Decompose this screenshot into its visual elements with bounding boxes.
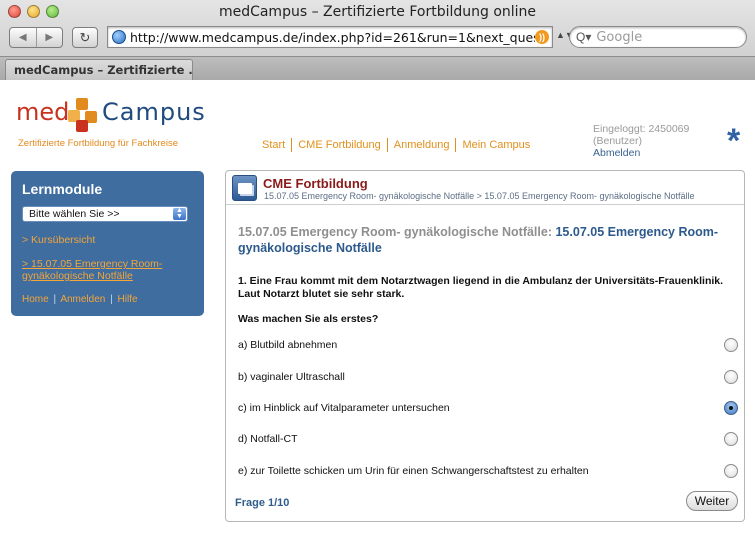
footer-link-hilfe[interactable]: Hilfe [118, 294, 138, 305]
sidebar-lernmodule: Lernmodule Bitte wählen Sie >> ▲ ▼ > Kurs… [11, 171, 204, 316]
nav-divider [386, 138, 388, 152]
footer-link-anmelden[interactable]: Anmelden [60, 294, 105, 305]
answer-option-c[interactable]: c) im Hinblick auf Vitalparameter unters… [238, 400, 738, 416]
sidebar-title: Lernmodule [22, 181, 103, 197]
breadcrumb-item[interactable]: 15.07.05 Emergency Room- gynäkologische … [264, 191, 474, 201]
next-button[interactable]: Weiter [686, 491, 738, 511]
logo-campus-text: Campus [102, 98, 206, 126]
answer-option-d[interactable]: d) Notfall-CT [238, 431, 738, 447]
radio-button[interactable] [724, 464, 738, 478]
answer-option-a[interactable]: a) Blutbild abnehmen [238, 337, 738, 353]
address-bar[interactable]: http://www.medcampus.de/index.php?id=261… [107, 26, 553, 48]
nav-anmeldung[interactable]: Anmeldung [394, 139, 450, 151]
question-text: 1. Eine Frau kommt mit dem Notarztwagen … [238, 275, 724, 300]
panel-title: CME Fortbildung [263, 176, 368, 191]
window-title: medCampus – Zertifizierte Fortbildung on… [218, 4, 537, 20]
monitor-icon [232, 175, 257, 201]
footer-divider: | [110, 294, 113, 305]
answer-label: e) zur Toilette schicken um Urin für ein… [238, 465, 589, 477]
nav-mein-campus[interactable]: Mein Campus [462, 139, 530, 151]
search-box[interactable]: Q▾ [569, 26, 747, 48]
sidebar-footer-links: Home | Anmelden | Hilfe [22, 294, 193, 305]
tab-medcampus[interactable]: medCampus – Zertifizierte ... [5, 59, 193, 80]
reload-icon: ↻ [79, 29, 91, 45]
logo-tagline: Zertifizierte Fortbildung für Fachkreise [18, 138, 178, 149]
sidebar-link-kursuebersicht[interactable]: > Kursübersicht [22, 234, 193, 246]
site-logo[interactable]: med Campus Zertifizierte Fortbildung für… [16, 98, 216, 154]
tab-strip: medCampus – Zertifizierte ... [0, 56, 755, 80]
reload-button[interactable]: ↻ [72, 27, 98, 48]
back-arrow-icon: ◀ [18, 32, 27, 43]
search-icon: Q▾ [576, 30, 592, 44]
radio-button-selected[interactable] [724, 401, 738, 415]
forward-arrow-icon: ▶ [45, 32, 54, 43]
user-role-label: (Benutzer) [593, 135, 643, 147]
breadcrumb: 15.07.05 Emergency Room- gynäkologische … [264, 191, 695, 201]
globe-icon [112, 30, 126, 44]
radio-button[interactable] [724, 370, 738, 384]
cme-panel: CME Fortbildung 15.07.05 Emergency Room-… [225, 170, 745, 522]
nav-divider [291, 138, 293, 152]
answer-label: c) im Hinblick auf Vitalparameter unters… [238, 402, 450, 414]
history-buttons: ◀ ▶ [9, 27, 63, 48]
module-select-value: Bitte wählen Sie >> [29, 208, 120, 220]
logged-in-label: Eingeloggt: 2450069 [593, 123, 690, 135]
panel-header: CME Fortbildung 15.07.05 Emergency Room-… [226, 171, 744, 205]
select-arrows-icon: ▲ ▼ [173, 207, 186, 220]
search-input[interactable] [596, 29, 737, 45]
nav-divider [455, 138, 457, 152]
sidebar-link-course[interactable]: > 15.07.05 Emergency Room- gynäkologisch… [22, 258, 193, 282]
logout-link[interactable]: Abmelden [593, 147, 689, 159]
forward-button[interactable]: ▶ [35, 28, 63, 47]
nav-cme-fortbildung[interactable]: CME Fortbildung [298, 139, 381, 151]
browser-chrome: medCampus – Zertifizierte Fortbildung on… [0, 0, 755, 80]
heading-prefix: 15.07.05 Emergency Room- gynäkologische … [238, 225, 552, 239]
back-button[interactable]: ◀ [10, 28, 36, 47]
answer-label: b) vaginaler Ultraschall [238, 371, 345, 383]
url-text[interactable]: http://www.medcampus.de/index.php?id=261… [130, 30, 535, 45]
logo-puzzle-icon [68, 98, 97, 132]
footer-link-home[interactable]: Home [22, 294, 49, 305]
question-prompt: Was machen Sie als erstes? [238, 313, 379, 325]
radio-button[interactable] [724, 338, 738, 352]
user-info: Eingeloggt: 2450069 (Benutzer) Abmelden [593, 123, 689, 159]
answer-option-e[interactable]: e) zur Toilette schicken um Urin für ein… [238, 463, 738, 479]
top-navigation: Start CME Fortbildung Anmeldung Mein Cam… [262, 138, 530, 152]
breadcrumb-item[interactable]: 15.07.05 Emergency Room- gynäkologische … [484, 191, 694, 201]
nav-start[interactable]: Start [262, 139, 285, 151]
question-progress: Frage 1/10 [235, 497, 290, 509]
answer-option-b[interactable]: b) vaginaler Ultraschall [238, 369, 738, 385]
footer-divider: | [53, 294, 57, 305]
answer-label: a) Blutbild abnehmen [238, 339, 338, 351]
logo-med-text: med [16, 98, 70, 126]
answer-label: d) Notfall-CT [238, 433, 298, 445]
module-select[interactable]: Bitte wählen Sie >> ▲ ▼ [22, 206, 188, 222]
rss-icon[interactable]: )) [535, 30, 549, 44]
question-heading: 15.07.05 Emergency Room- gynäkologische … [238, 224, 738, 256]
asterisk-icon: * [727, 122, 741, 160]
radio-button[interactable] [724, 432, 738, 446]
breadcrumb-separator: > [476, 191, 482, 201]
